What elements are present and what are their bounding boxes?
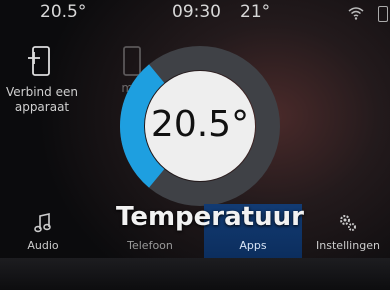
infotainment-screen: 20.5° 09:30 21° Verbind een apparaat m..… — [0, 0, 390, 290]
gears-icon — [340, 215, 356, 231]
status-clock: 09:30 — [172, 2, 221, 22]
status-left-temperature[interactable]: 20.5° — [40, 2, 86, 22]
nav-audio[interactable]: Audio — [0, 204, 86, 258]
connect-device-label: Verbind een apparaat — [6, 85, 78, 114]
nav-instellingen-label: Instellingen — [316, 239, 380, 252]
status-right-temperature[interactable]: 21° — [240, 2, 270, 22]
music-note-icon — [34, 213, 51, 233]
status-bar: 20.5° 09:30 21° — [0, 0, 390, 26]
wifi-icon — [348, 7, 364, 20]
screen-bezel — [0, 258, 390, 290]
page-title: Temperatuur — [116, 202, 304, 232]
battery-icon — [378, 6, 388, 22]
nav-telefoon-label: Telefoon — [127, 239, 173, 252]
nav-apps-label: Apps — [239, 239, 267, 252]
dial-temperature-value: 20.5° — [150, 104, 250, 145]
connect-device-tile[interactable]: Verbind een apparaat — [0, 44, 84, 115]
nav-audio-label: Audio — [27, 239, 59, 252]
phone-add-icon — [28, 46, 50, 76]
